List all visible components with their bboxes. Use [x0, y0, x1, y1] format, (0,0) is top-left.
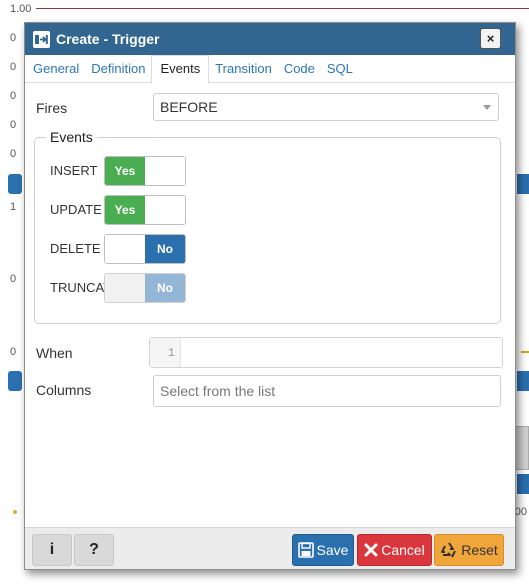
- update-toggle[interactable]: Yes: [104, 195, 186, 225]
- axis-tick: 0: [10, 346, 17, 358]
- fires-select[interactable]: BEFORE: [153, 93, 499, 121]
- create-trigger-dialog: Create - Trigger × General Definition Ev…: [24, 22, 516, 570]
- events-fieldset: Events INSERT Yes UPDATE Yes DELETE No T…: [34, 129, 501, 324]
- close-icon: [364, 543, 378, 557]
- help-button[interactable]: ?: [74, 534, 114, 566]
- axis-tick: 1: [10, 201, 17, 213]
- when-code-content[interactable]: [181, 338, 502, 367]
- floppy-disk-icon: [297, 542, 314, 558]
- reset-button[interactable]: Reset: [434, 534, 504, 566]
- insert-toggle[interactable]: Yes: [104, 156, 186, 186]
- background-line: [36, 8, 529, 9]
- toggle-off-side: [105, 235, 145, 263]
- axis-tick: 00: [514, 506, 527, 518]
- save-label: Save: [316, 542, 349, 558]
- update-label: UPDATE: [50, 202, 102, 217]
- line-number: 1: [150, 338, 181, 367]
- truncate-toggle: No: [104, 273, 186, 303]
- background-dot: [13, 510, 17, 514]
- delete-label: DELETE: [50, 241, 101, 256]
- chevron-down-icon: [483, 105, 491, 110]
- axis-tick: 0: [10, 273, 17, 285]
- toggle-yes: Yes: [105, 157, 145, 185]
- fires-label: Fires: [36, 100, 68, 116]
- insert-label: INSERT: [50, 163, 98, 178]
- reset-label: Reset: [461, 542, 498, 558]
- toggle-no: No: [145, 235, 185, 263]
- when-label: When: [36, 345, 73, 361]
- trigger-icon: [33, 30, 50, 48]
- cancel-button[interactable]: Cancel: [357, 534, 432, 566]
- close-button[interactable]: ×: [480, 28, 501, 49]
- delete-toggle[interactable]: No: [104, 234, 186, 264]
- axis-tick: 0: [10, 119, 17, 131]
- background-bar: [517, 371, 529, 391]
- when-code-editor[interactable]: 1: [149, 337, 503, 368]
- columns-label: Columns: [36, 382, 92, 398]
- info-button[interactable]: i: [32, 534, 72, 566]
- toggle-off-side: [145, 157, 185, 185]
- background-bar: [8, 174, 22, 194]
- tab-transition[interactable]: Transition: [209, 55, 278, 82]
- axis-tick: 0: [10, 148, 17, 160]
- background-bar: [8, 371, 22, 391]
- background-bar: [517, 474, 529, 494]
- tab-general[interactable]: General: [27, 55, 85, 82]
- axis-tick: 0: [10, 32, 17, 44]
- toggle-no: No: [145, 274, 185, 302]
- dialog-title-bar[interactable]: Create - Trigger ×: [25, 23, 515, 55]
- save-button[interactable]: Save: [292, 534, 354, 566]
- tab-definition[interactable]: Definition: [85, 55, 151, 82]
- background-line: [521, 351, 529, 353]
- tab-bar: General Definition Events Transition Cod…: [25, 55, 515, 84]
- tab-code[interactable]: Code: [278, 55, 321, 82]
- columns-placeholder: Select from the list: [160, 383, 276, 399]
- truncate-label: TRUNCATE: [50, 280, 104, 295]
- dialog-title: Create - Trigger: [56, 31, 160, 47]
- background-bar: [517, 174, 529, 194]
- toggle-yes: Yes: [105, 196, 145, 224]
- dialog-footer: i ? Save Cancel Reset: [25, 527, 515, 569]
- cancel-label: Cancel: [381, 542, 425, 558]
- columns-select[interactable]: Select from the list: [153, 375, 501, 407]
- axis-tick: 0: [10, 61, 17, 73]
- fires-value: BEFORE: [160, 99, 218, 115]
- tab-events[interactable]: Events: [151, 55, 210, 84]
- toggle-off-side: [105, 274, 145, 302]
- events-legend: Events: [46, 129, 97, 145]
- background-panel: [515, 426, 529, 470]
- toggle-off-side: [145, 196, 185, 224]
- axis-top-label: 1.00: [10, 3, 32, 15]
- axis-tick: 0: [10, 90, 17, 102]
- recycle-icon: [440, 542, 458, 558]
- tab-sql[interactable]: SQL: [321, 55, 359, 82]
